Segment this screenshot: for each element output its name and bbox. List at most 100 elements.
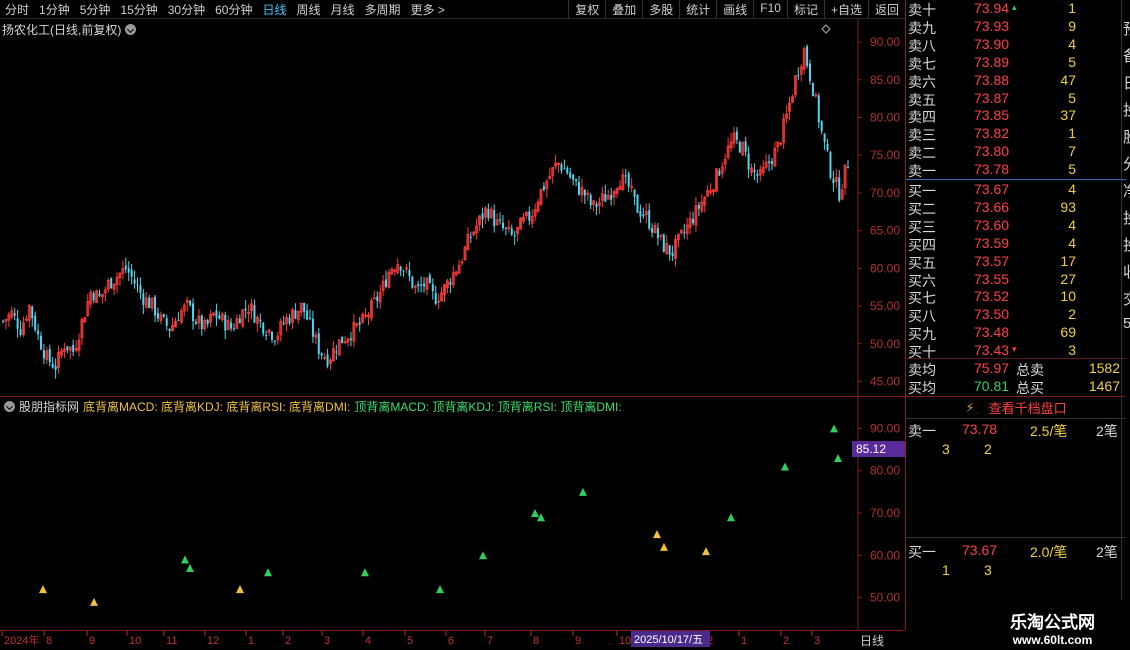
candle — [296, 310, 300, 324]
toolbar-button[interactable]: 标记 — [786, 0, 824, 18]
candle — [241, 308, 245, 329]
cursor-date: 2025/10/17/五 — [634, 634, 703, 646]
candle — [27, 304, 31, 328]
level-volume: 4 — [1068, 181, 1076, 197]
candle — [19, 320, 22, 337]
candle — [103, 286, 107, 302]
candle — [331, 340, 335, 362]
candle — [524, 211, 528, 219]
candle — [639, 204, 642, 223]
candle — [618, 180, 622, 190]
sell-level-row[interactable]: 卖四 73.85 37 — [906, 107, 1126, 125]
period-tab[interactable]: 30分钟 — [163, 0, 210, 18]
candle — [63, 342, 66, 359]
buy-level-row[interactable]: 买二 73.66 93 — [906, 199, 1126, 217]
toolbar-button[interactable]: 返回 — [867, 0, 905, 18]
candlestick-chart[interactable]: 90.00 85.00 80.00 75.00 70.00 65.00 60.00 55.00… — [0, 19, 905, 396]
candle — [405, 264, 408, 274]
toolbar-button[interactable]: 多股 — [642, 0, 679, 18]
sell-level-row[interactable]: 卖九 73.93 9 — [906, 18, 1126, 36]
candle — [139, 277, 142, 300]
toolbar-button[interactable]: 画线 — [716, 0, 753, 18]
buy-level-row[interactable]: 买一 73.67 4 — [906, 181, 1126, 199]
sell-level-row[interactable]: 卖六 73.88 47 — [906, 72, 1126, 90]
sell-level-row[interactable]: 卖五 73.87 5 — [906, 90, 1126, 108]
candle — [472, 230, 476, 237]
period-tab[interactable]: 日线 — [257, 0, 291, 18]
sell-level-row[interactable]: 卖八 73.90 4 — [906, 36, 1126, 54]
buy-level-row[interactable]: 买六 73.55 27 — [906, 271, 1126, 289]
toolbar-button[interactable]: +自选 — [823, 0, 868, 18]
candle — [454, 270, 458, 277]
level-price: 73.48 — [974, 324, 1010, 341]
candle — [311, 310, 314, 343]
candle — [510, 224, 513, 237]
signal-marker — [537, 513, 545, 522]
total-label: 总卖 — [1016, 362, 1044, 378]
buy-level-row[interactable]: 买五 73.57 17 — [906, 253, 1126, 271]
candle — [557, 162, 560, 173]
candle — [60, 347, 63, 359]
sell-level-row[interactable]: 卖一 73.78 5 — [906, 161, 1126, 179]
period-tab[interactable]: 5分钟 — [75, 0, 116, 18]
buy-level-row[interactable]: 买七 73.52 10 — [906, 288, 1126, 306]
period-label: 日线 — [860, 634, 885, 648]
candle — [843, 164, 847, 196]
divergence-indicator-chart[interactable]: 90.00 80.00 70.00 60.00 50.00 85.12 — [0, 396, 905, 630]
toolbar-button[interactable]: F10 — [753, 0, 787, 18]
candle — [335, 344, 338, 360]
toolbar-button[interactable]: 叠加 — [605, 0, 642, 18]
candle — [372, 290, 376, 300]
level-volume: 37 — [1060, 107, 1076, 124]
toolbar-button[interactable]: 复权 — [568, 0, 605, 18]
sell-level-row[interactable]: 卖三 73.82 1 — [906, 125, 1126, 143]
candle — [220, 311, 224, 322]
period-tab[interactable]: 周线 — [291, 0, 325, 18]
sell-level-row[interactable]: 卖七 73.89 5 — [906, 54, 1126, 72]
candle — [788, 96, 791, 121]
candle — [355, 322, 359, 329]
period-tab[interactable]: 月线 — [326, 0, 360, 18]
candle — [34, 311, 37, 333]
candle — [793, 74, 797, 98]
period-tab[interactable]: 60分钟 — [210, 0, 257, 18]
candle — [615, 187, 619, 198]
candle — [273, 339, 276, 346]
level-volume: 1 — [1068, 0, 1076, 16]
candle — [24, 315, 28, 322]
level-volume: 5 — [1068, 53, 1076, 70]
period-tab[interactable]: 分时 — [0, 0, 34, 18]
candle — [785, 105, 788, 124]
edge-text: 5 — [1123, 315, 1130, 332]
signal-marker — [531, 509, 539, 517]
candle — [148, 294, 151, 309]
candle — [276, 331, 280, 345]
period-tab[interactable]: 15分钟 — [115, 0, 162, 18]
signal-marker — [39, 585, 47, 594]
candle — [551, 167, 555, 184]
candle — [592, 199, 596, 212]
date-label: 9 — [89, 635, 95, 647]
buy-level-row[interactable]: 买四 73.59 4 — [906, 235, 1126, 253]
candle — [806, 44, 809, 69]
candle — [285, 313, 289, 332]
buy-level-row[interactable]: 买九 73.48 69 — [906, 324, 1126, 342]
candle — [487, 203, 490, 222]
candle — [232, 323, 235, 332]
candle — [536, 198, 540, 214]
qiandang-button[interactable]: ⚡ 查看千档盘口 — [906, 397, 1126, 419]
qiandang-panel: ⚡ 查看千档盘口 卖一 73.78 2.5/笔 2笔 3 2 买一 73.67 … — [905, 396, 1126, 630]
buy-level-row[interactable]: 买八 73.50 2 — [906, 306, 1126, 324]
period-tab[interactable]: 多周期 — [360, 0, 406, 18]
toolbar-button[interactable]: 统计 — [679, 0, 716, 18]
date-label: 10 — [619, 635, 631, 647]
candle — [758, 165, 762, 182]
candle — [142, 289, 145, 315]
y-tick-label: 90.00 — [870, 35, 900, 49]
candle — [738, 140, 741, 153]
candle — [823, 133, 826, 150]
buy-level-row[interactable]: 买三 73.60 4 — [906, 217, 1126, 235]
period-tab[interactable]: 1分钟 — [34, 0, 75, 18]
sell-level-row[interactable]: 卖二 73.80 7 — [906, 143, 1126, 161]
period-tab[interactable]: 更多 > — [406, 0, 450, 18]
